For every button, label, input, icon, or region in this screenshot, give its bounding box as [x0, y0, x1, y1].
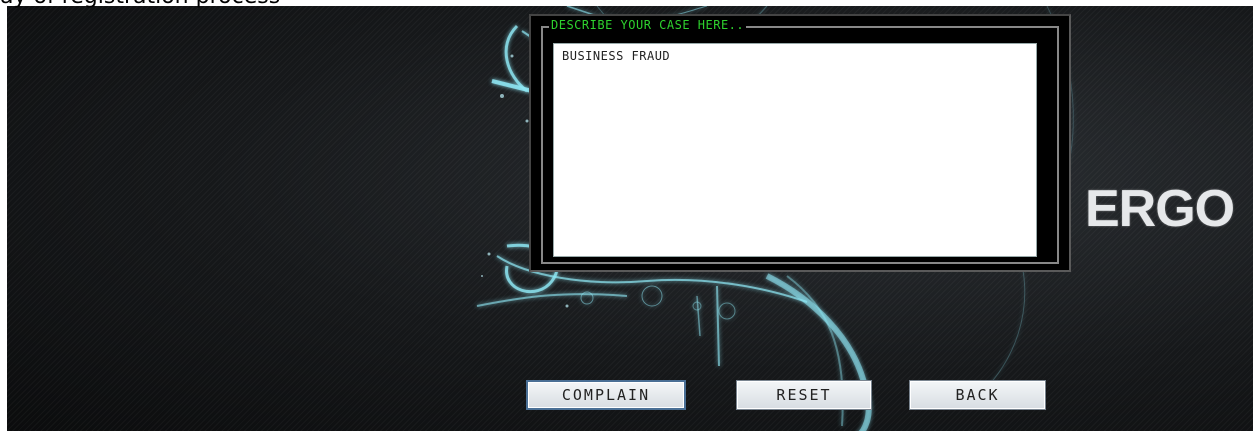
reset-button[interactable]: RESET [736, 380, 872, 410]
caption-fragment: ay of registration process [0, 0, 280, 8]
case-description-textarea[interactable] [553, 43, 1037, 257]
screen: ay of registration process [0, 0, 1253, 431]
case-groupbox-legend: DESCRIBE YOUR CASE HERE.. [549, 18, 747, 32]
brand-logo-text: ERGO [1085, 180, 1235, 238]
complain-button[interactable]: COMPLAIN [526, 380, 686, 410]
case-panel: DESCRIBE YOUR CASE HERE.. [529, 14, 1071, 272]
back-button[interactable]: BACK [909, 380, 1046, 410]
